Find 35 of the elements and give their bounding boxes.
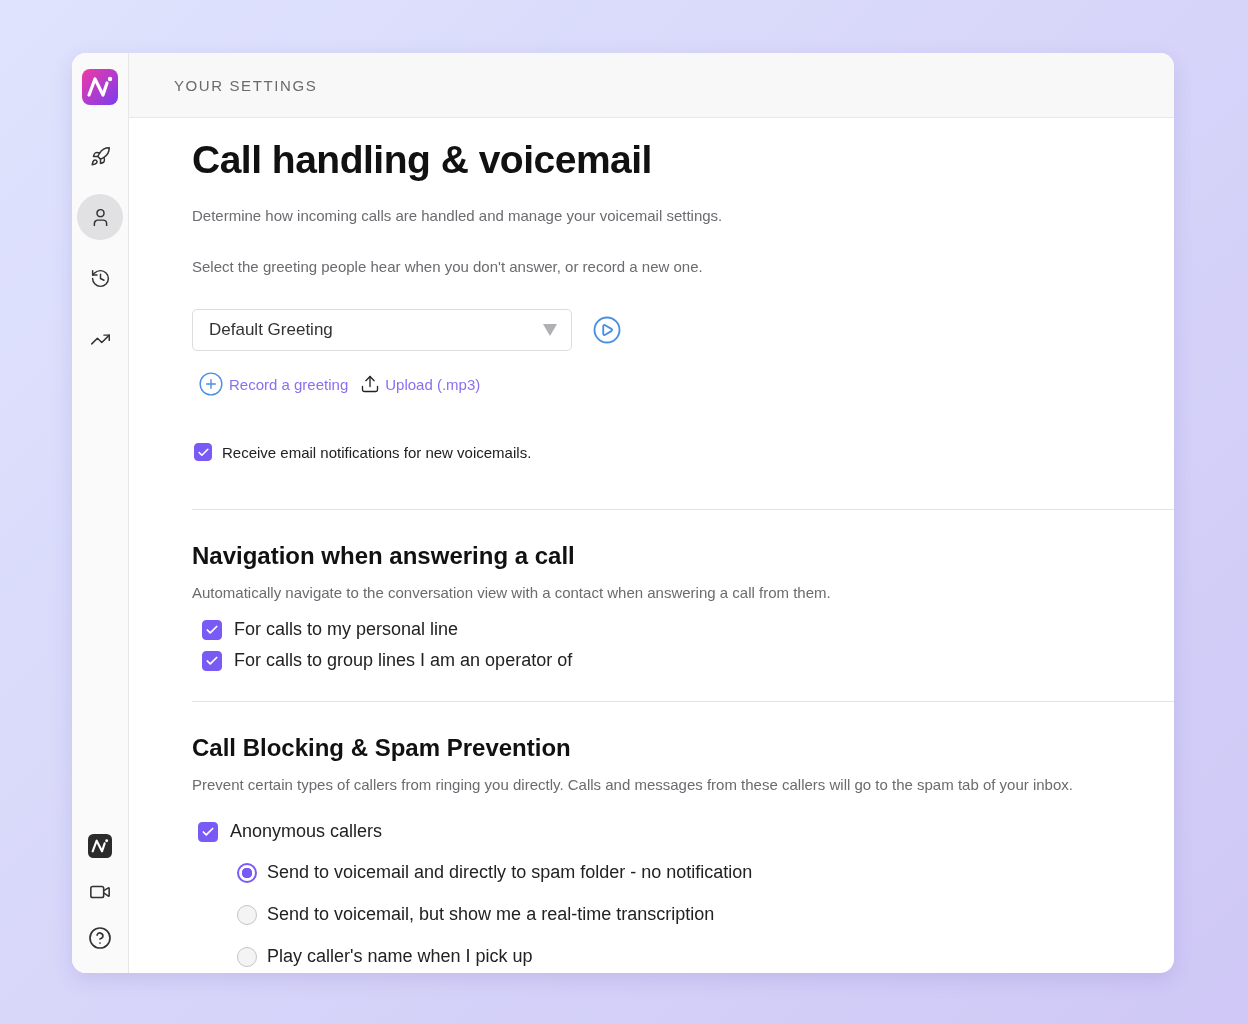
- greeting-select[interactable]: Default Greeting: [192, 309, 572, 351]
- section-description: Automatically navigate to the conversation view with a contact when answering a call from them.: [192, 584, 832, 601]
- checkbox[interactable]: [198, 821, 218, 842]
- page-description: Determine how incoming calls are handled and manage your voicemail settings.: [192, 207, 724, 224]
- radio-option[interactable]: Play caller's name when I pick up: [237, 946, 1174, 967]
- page-title: Call handling & voicemail: [192, 138, 653, 182]
- checkbox[interactable]: [194, 443, 212, 461]
- rocket-icon: [89, 145, 111, 167]
- radio-button[interactable]: [237, 946, 257, 967]
- option-row[interactable]: For calls to my personal line: [202, 619, 1174, 640]
- plus-icon: [198, 371, 224, 397]
- radio-button[interactable]: [237, 904, 257, 925]
- option-row[interactable]: Anonymous callers: [198, 821, 1174, 842]
- caret-icon: [543, 324, 557, 336]
- greeting-hint: Select the greeting people hear when you don't answer, or record a new one.: [192, 258, 704, 275]
- person-nav-button[interactable]: [77, 194, 123, 240]
- history-icon: [89, 267, 111, 289]
- radio-button[interactable]: [237, 862, 257, 883]
- upload-icon: [360, 374, 381, 394]
- option-row[interactable]: For calls to group lines I am an operator of: [202, 650, 1174, 671]
- checkbox[interactable]: [202, 650, 222, 671]
- checkbox[interactable]: [202, 619, 222, 640]
- section-title: Call Blocking & Spam Prevention: [192, 734, 572, 762]
- play-icon[interactable]: [592, 315, 622, 345]
- email-option[interactable]: Receive email notifications for new voicemails.: [194, 443, 1174, 461]
- upload-link[interactable]: Upload (.mp3): [360, 374, 481, 394]
- radio-option[interactable]: Send to voicemail, but show me a real-time transcription: [237, 904, 1174, 925]
- help-icon: [88, 926, 112, 950]
- section-title: Navigation when answering a call: [192, 542, 576, 570]
- section-description: Prevent certain types of callers from ringing you directly. Calls and messages from these callers will go to the spam tab of your inbox.: [192, 776, 1074, 793]
- check-icon: [196, 445, 210, 459]
- radio-option[interactable]: Send to voicemail and directly to spam folder - no notification: [237, 862, 1174, 883]
- header-title: YOUR SETTINGS: [174, 76, 318, 94]
- record-link[interactable]: Record a greeting: [198, 371, 349, 397]
- logo-icon: [82, 69, 118, 105]
